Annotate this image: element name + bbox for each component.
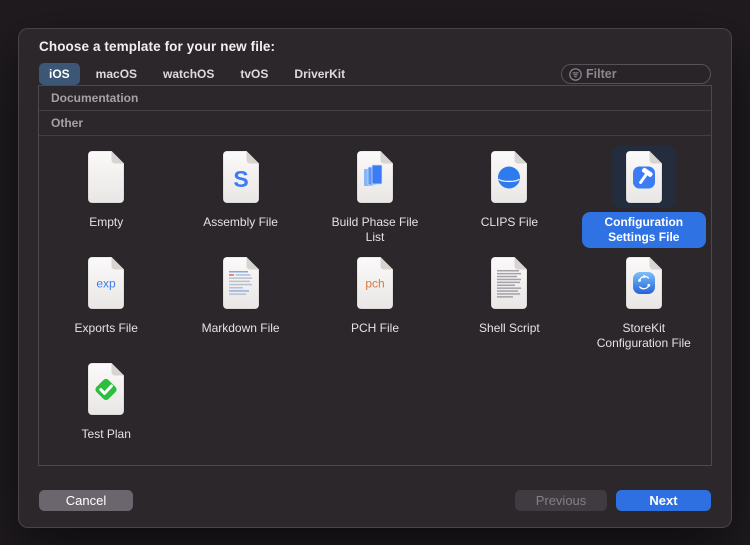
template-item[interactable]: Markdown File [173, 252, 307, 358]
document-sphere-icon [491, 150, 528, 203]
document-exp-icon: exp [87, 256, 125, 309]
template-item[interactable]: exp Exports File [39, 252, 173, 358]
document-hammer-icon [625, 150, 663, 203]
template-label: StoreKit Configuration File [596, 321, 691, 350]
template-label: Assembly File [203, 215, 278, 229]
template-item[interactable]: S Assembly File [173, 146, 307, 252]
section-header-documentation[interactable]: Documentation [39, 86, 711, 111]
document-script-icon [491, 256, 528, 309]
template-item[interactable]: Empty [39, 146, 173, 252]
template-icon-wrap [343, 146, 407, 208]
template-item[interactable]: StoreKit Configuration File [577, 252, 711, 358]
tab-ios[interactable]: iOS [39, 63, 80, 85]
template-item[interactable]: Test Plan [39, 358, 173, 464]
template-icon-wrap [612, 252, 676, 314]
document-storekit-icon [625, 256, 663, 309]
filter-field[interactable] [561, 64, 711, 84]
dialog-title: Choose a template for your new file: [39, 39, 276, 54]
template-list: Documentation Other Empty S Assembly File Bui… [38, 85, 712, 466]
tab-tvos[interactable]: tvOS [230, 63, 278, 85]
template-item[interactable]: CLIPS File [442, 146, 576, 252]
template-icon-wrap [74, 358, 138, 420]
template-label: Shell Script [479, 321, 540, 335]
template-icon-wrap: exp [74, 252, 138, 314]
tab-macos[interactable]: macOS [86, 63, 147, 85]
template-item[interactable]: pch PCH File [308, 252, 442, 358]
template-icon-wrap [477, 252, 541, 314]
section-header-other[interactable]: Other [39, 111, 711, 136]
svg-text:pch: pch [365, 276, 384, 290]
previous-button[interactable]: Previous [515, 490, 607, 511]
template-label: Test Plan [81, 427, 131, 441]
document-checkmark-icon [87, 362, 125, 415]
svg-text:exp: exp [97, 276, 117, 290]
document-markdown-icon [222, 256, 259, 309]
tab-driverkit[interactable]: DriverKit [284, 63, 355, 85]
template-icon-wrap [611, 146, 676, 208]
template-label: Configuration Settings File [581, 212, 706, 248]
template-label: Empty [89, 215, 124, 229]
template-icon-wrap: pch [343, 252, 407, 314]
cancel-button[interactable]: Cancel [39, 490, 133, 511]
tab-watchos[interactable]: watchOS [153, 63, 224, 85]
platform-tabbar: iOS macOS watchOS tvOS DriverKit [39, 62, 711, 86]
document-pages-icon [356, 150, 394, 203]
filter-input[interactable] [586, 67, 703, 81]
template-item[interactable]: Shell Script [442, 252, 576, 358]
document-pch-icon: pch [356, 256, 394, 309]
new-file-template-dialog: Choose a template for your new file: iOS… [18, 28, 732, 528]
template-label: Exports File [74, 321, 138, 335]
next-button[interactable]: Next [616, 490, 711, 511]
template-grid: Empty S Assembly File Build Phase File List… [39, 136, 711, 464]
template-item[interactable]: Build Phase File List [308, 146, 442, 252]
document-blank-icon [87, 150, 125, 203]
template-label: Markdown File [201, 321, 280, 335]
filter-icon [569, 67, 582, 81]
template-icon-wrap: S [209, 146, 273, 208]
template-item[interactable]: Configuration Settings File [577, 146, 711, 252]
template-label: Build Phase File List [331, 215, 419, 244]
template-icon-wrap [74, 146, 138, 208]
dialog-footer: Cancel Previous Next [39, 490, 711, 511]
template-icon-wrap [477, 146, 541, 208]
template-label: PCH File [350, 321, 399, 335]
document-assembly-icon: S [222, 150, 259, 203]
svg-text:S: S [233, 166, 248, 192]
template-icon-wrap [209, 252, 273, 314]
template-label: CLIPS File [480, 215, 539, 229]
